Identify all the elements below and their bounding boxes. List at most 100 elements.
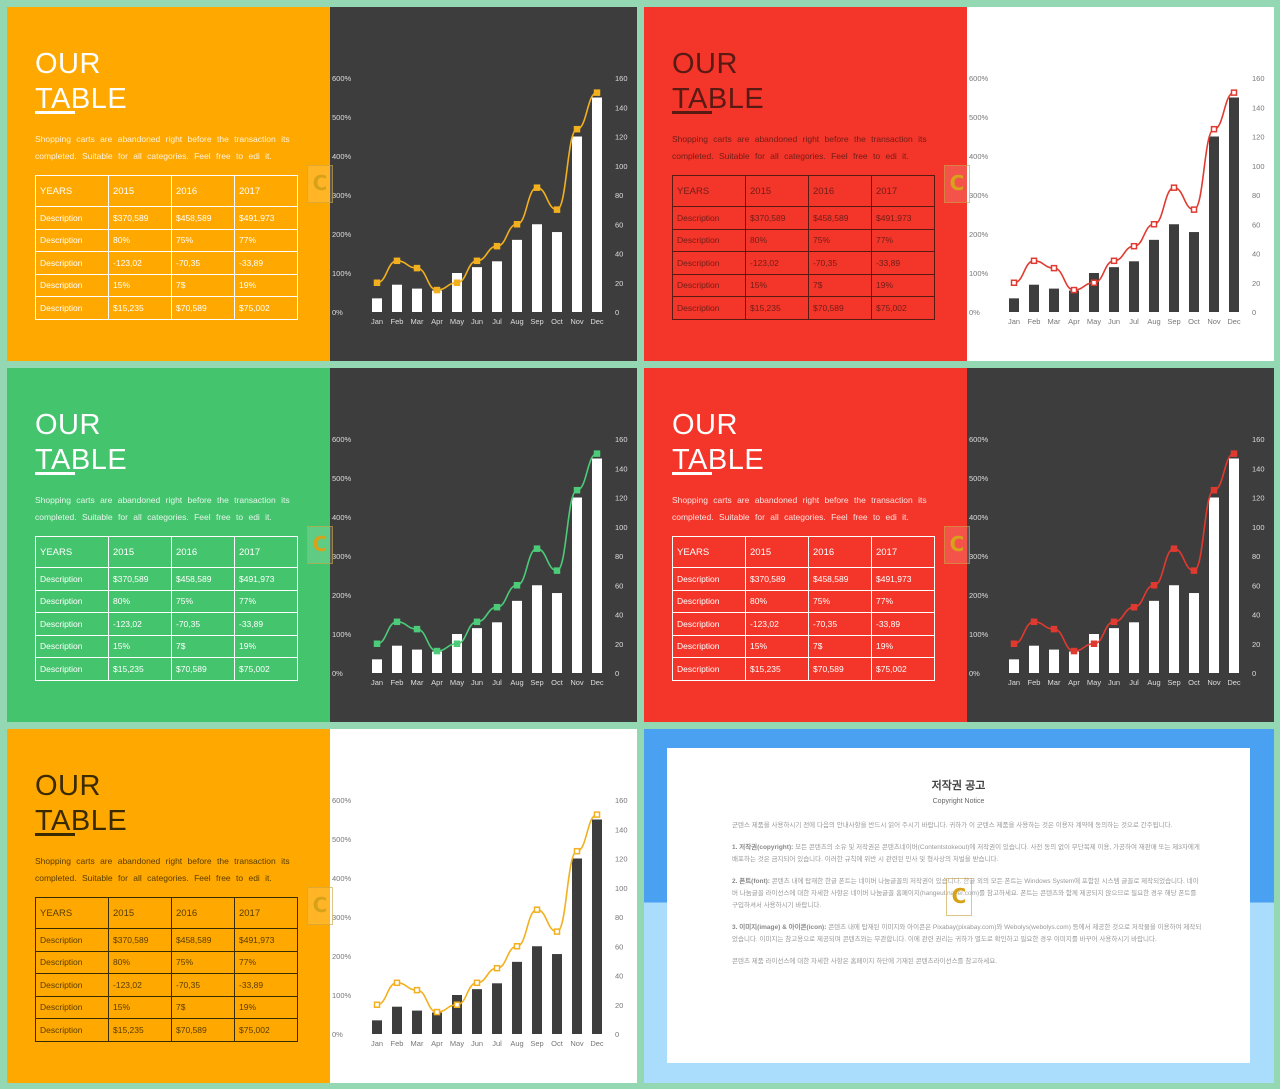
table-row: Description $370,589 $458,589 $491,973 xyxy=(34,928,299,952)
table-row: Description 15% 7$ 19% xyxy=(671,273,936,297)
bar xyxy=(1149,600,1159,673)
bar xyxy=(1049,288,1059,312)
header-cell: 2015 xyxy=(108,897,172,929)
right-axis-tick: 20 xyxy=(615,1001,623,1010)
combo-chart: 0% 100% 200% 300% 400% 500% 600% 0 20 40 60 80 100 12… xyxy=(332,435,628,687)
right-axis-tick: 120 xyxy=(615,855,628,864)
bar xyxy=(1209,136,1219,312)
bar xyxy=(372,298,382,312)
right-axis-tick: 0 xyxy=(1252,669,1256,678)
left-axis-tick: 100% xyxy=(969,269,989,278)
table-cell: Description xyxy=(671,273,747,297)
left-axis-tick: 600% xyxy=(332,435,352,444)
line-point xyxy=(533,545,541,552)
month-label: May xyxy=(1087,678,1101,687)
table-cell: -33,89 xyxy=(870,251,936,275)
bar xyxy=(1069,290,1079,312)
month-label: Dec xyxy=(1227,678,1241,687)
left-axis-tick: 400% xyxy=(332,513,352,522)
bar xyxy=(372,1020,382,1034)
line-point xyxy=(573,486,581,494)
table-row: Description $370,589 $458,589 $491,973 xyxy=(671,206,936,230)
data-table: YEARS 2015 2016 2017 Description $370,589 $458… xyxy=(671,175,936,320)
right-axis-tick: 40 xyxy=(615,611,623,620)
month-label: Aug xyxy=(510,1039,523,1048)
table-chart-slide[interactable]: OUR TABLE Shopping carts are abandoned ri… xyxy=(7,729,637,1083)
left-axis-tick: 300% xyxy=(332,552,352,561)
table-chart-slide[interactable]: OUR TABLE Shopping carts are abandoned ri… xyxy=(7,7,637,361)
left-axis-tick: 300% xyxy=(332,191,352,200)
table-row: Description $15,235 $70,589 $75,002 xyxy=(671,657,936,681)
notice-subtitle: Copyright Notice xyxy=(932,798,985,805)
table-cell: Description xyxy=(34,634,110,658)
bar xyxy=(392,284,402,312)
table-row: Description 15% 7$ 19% xyxy=(34,634,299,658)
table-chart-slide[interactable]: OUR TABLE Shopping carts are abandoned ri… xyxy=(7,368,637,722)
table-row: Description $15,235 $70,589 $75,002 xyxy=(34,1018,299,1042)
month-label: Nov xyxy=(570,317,584,326)
left-axis-tick: 600% xyxy=(969,435,989,444)
table-cell: -123,02 xyxy=(745,612,809,636)
description-text: Shopping carts are abandoned right befor… xyxy=(672,134,927,161)
table-cell: 77% xyxy=(233,950,299,974)
table-cell: $491,973 xyxy=(233,567,299,591)
text-panel: OUR TABLE Shopping carts are abandoned ri… xyxy=(7,368,330,722)
line-point xyxy=(1210,125,1218,133)
table-cell: 80% xyxy=(745,228,809,252)
table-cell: $491,973 xyxy=(233,206,299,230)
bar xyxy=(592,458,602,673)
bar xyxy=(452,995,462,1034)
month-label: Sep xyxy=(530,678,543,687)
combo-chart: 0% 100% 200% 300% 400% 500% 600% 0 20 40 60 80 100 12… xyxy=(969,74,1265,326)
title-underline xyxy=(672,472,712,475)
table-cell: 19% xyxy=(233,273,299,297)
table-chart-slide[interactable]: OUR TABLE Shopping carts are abandoned ri… xyxy=(644,7,1274,361)
left-axis-tick: 0% xyxy=(332,669,343,678)
left-axis-tick: 400% xyxy=(969,513,989,522)
right-axis-tick: 160 xyxy=(1252,74,1265,83)
line-point xyxy=(1110,257,1118,265)
section-heading: 1. 저작권(copyright): xyxy=(732,844,794,851)
line-point xyxy=(1070,647,1078,655)
right-axis-tick: 120 xyxy=(1252,133,1265,142)
table-cell: 77% xyxy=(233,228,299,252)
left-axis-tick: 600% xyxy=(969,74,989,83)
table-cell: -70,35 xyxy=(171,612,235,636)
table-row: Description 15% 7$ 19% xyxy=(34,273,299,297)
slide-title: OUR TABLE xyxy=(672,48,765,115)
bar xyxy=(1169,585,1179,673)
left-axis-tick: 200% xyxy=(969,591,989,600)
bar xyxy=(1029,284,1039,312)
table-chart-slide[interactable]: OUR TABLE Shopping carts are abandoned ri… xyxy=(644,368,1274,722)
bar xyxy=(432,651,442,673)
table-cell: $370,589 xyxy=(745,567,809,591)
line-point xyxy=(393,618,401,626)
table-cell: $491,973 xyxy=(233,928,299,952)
month-label: Jul xyxy=(492,678,502,687)
table-cell: Description xyxy=(34,296,110,320)
bar xyxy=(492,622,502,673)
left-axis-tick: 300% xyxy=(332,913,352,922)
bar xyxy=(1049,649,1059,673)
left-axis-tick: 500% xyxy=(332,113,352,122)
table-cell: -33,89 xyxy=(233,251,299,275)
header-cell: 2016 xyxy=(171,175,235,207)
right-axis-tick: 60 xyxy=(1252,581,1260,590)
section-heading: 2. 폰트(font): xyxy=(732,878,770,885)
right-axis-tick: 80 xyxy=(615,552,623,561)
line-point xyxy=(533,184,541,191)
bar xyxy=(1149,239,1159,312)
table-cell: 15% xyxy=(745,273,809,297)
table-row: Description -123,02 -70,35 -33,89 xyxy=(671,612,936,636)
table-cell: 19% xyxy=(870,634,936,658)
right-axis-tick: 160 xyxy=(1252,435,1265,444)
table-cell: $70,589 xyxy=(808,657,872,681)
line-point xyxy=(513,943,521,950)
slide-title: OUR TABLE xyxy=(35,770,128,837)
month-label: Aug xyxy=(1147,317,1160,326)
bar xyxy=(1009,298,1019,312)
table-cell: -33,89 xyxy=(233,973,299,997)
bar xyxy=(1229,458,1239,673)
header-cell: 2015 xyxy=(745,175,809,207)
month-label: Aug xyxy=(510,317,523,326)
